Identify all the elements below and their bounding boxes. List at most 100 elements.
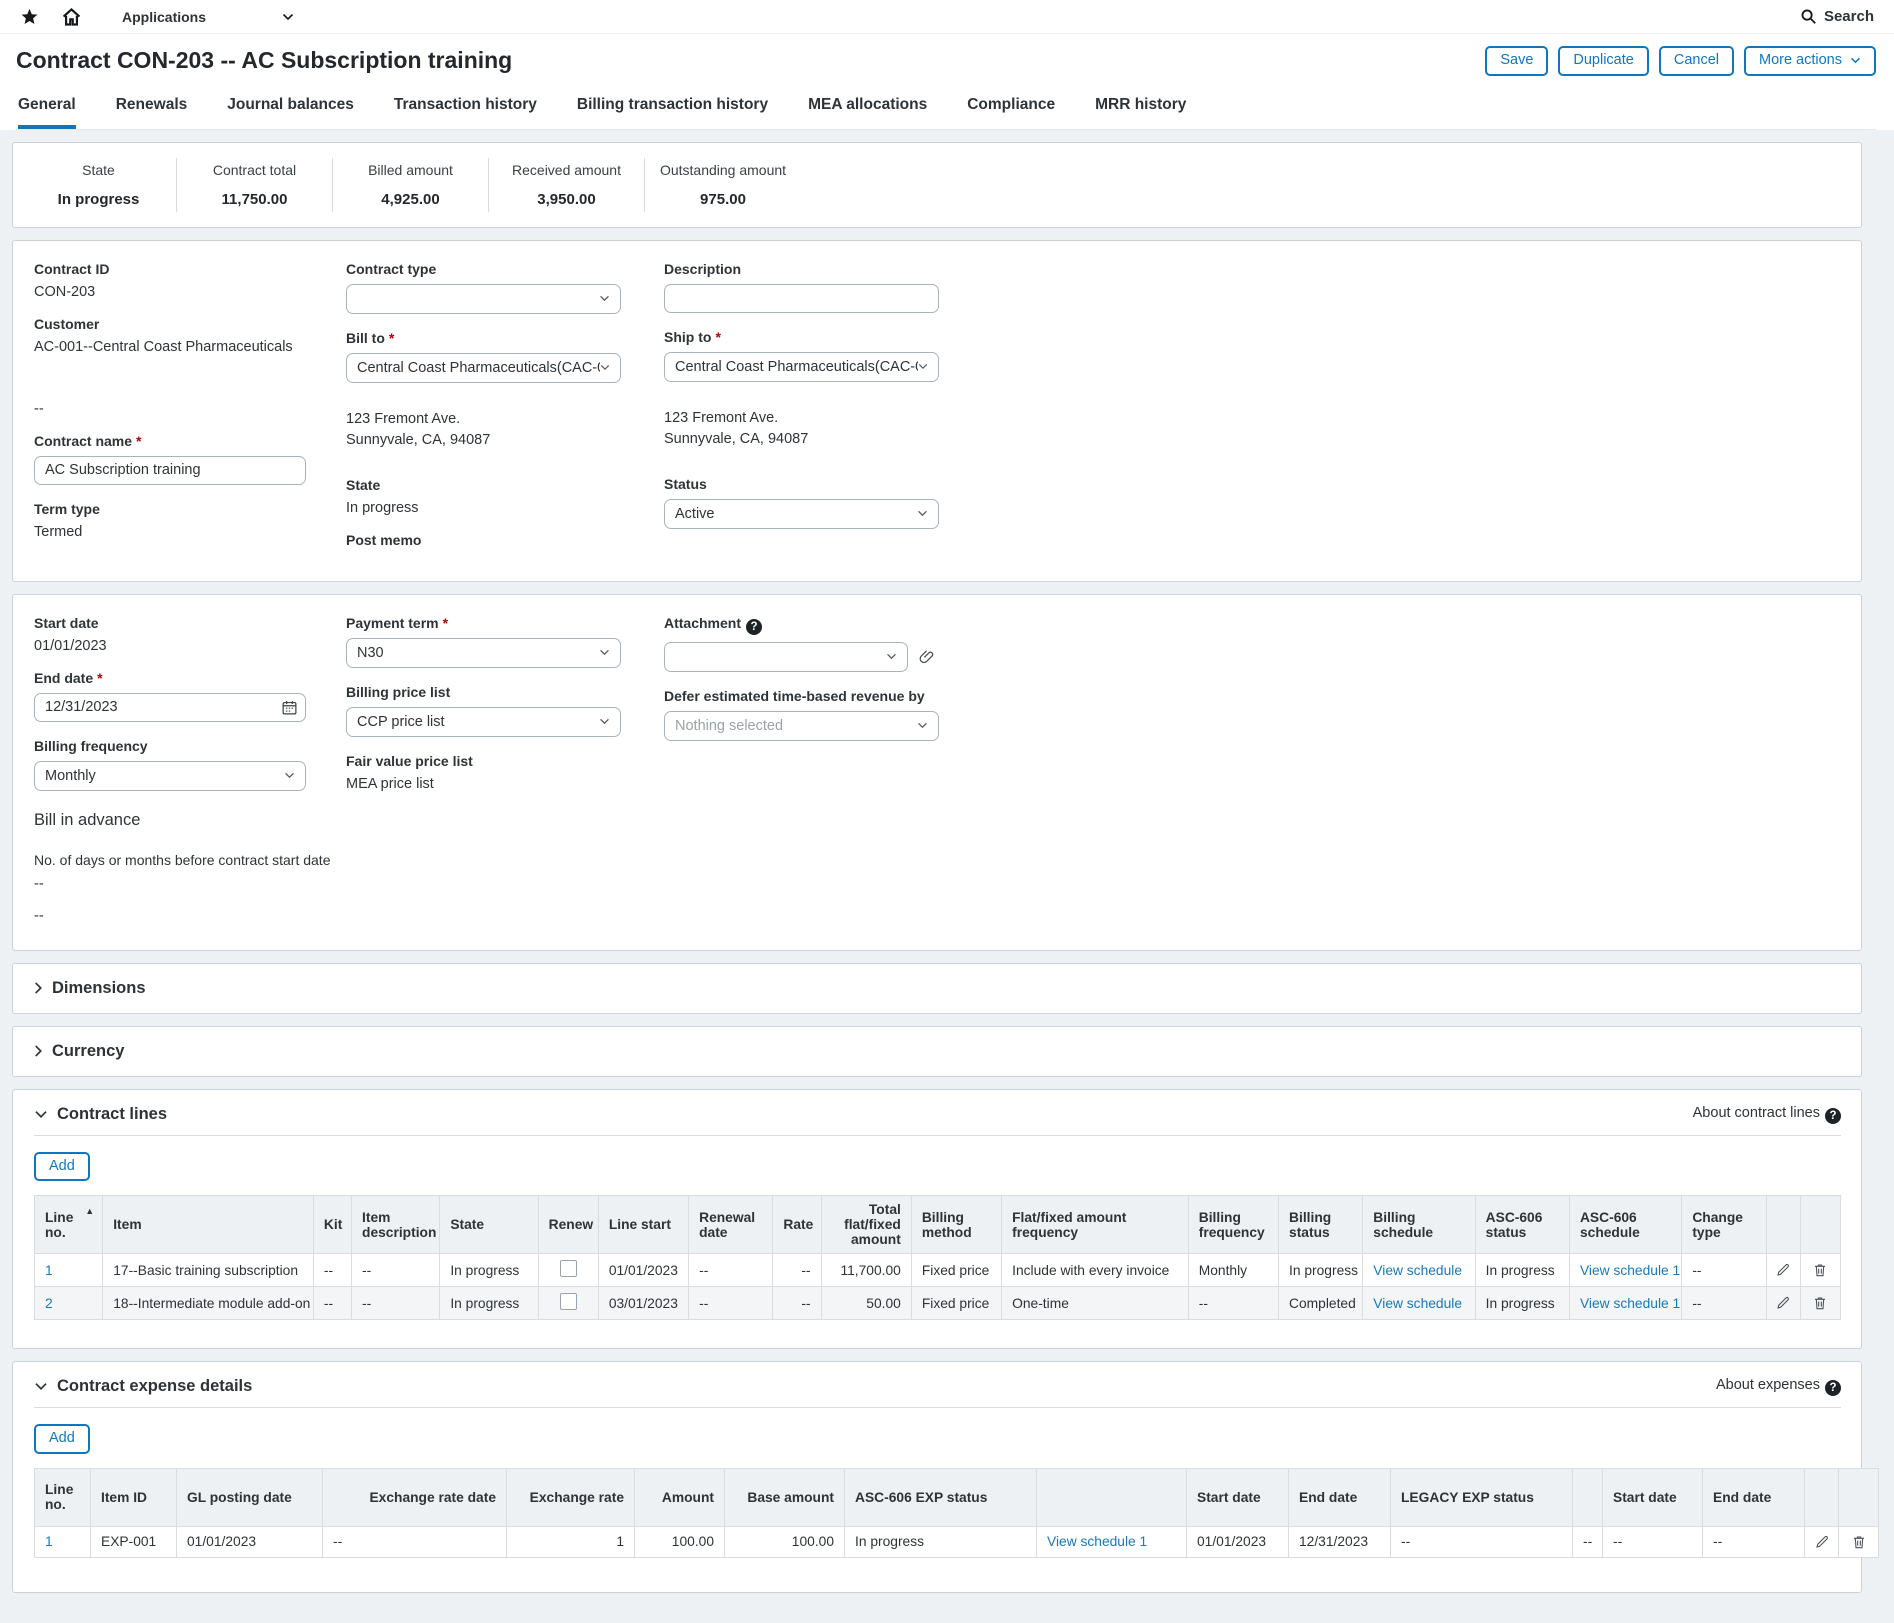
billing-frequency-select[interactable]: Monthly (34, 761, 306, 791)
edit-line-button[interactable] (1766, 1254, 1800, 1287)
col-header-asc606-schedule[interactable]: ASC-606 schedule (1569, 1196, 1681, 1254)
col-header-amount[interactable]: Amount (635, 1468, 725, 1526)
chevron-down-icon (886, 653, 897, 660)
view-asc606-schedule-link[interactable]: View schedule 1 (1580, 1296, 1680, 1311)
home-icon[interactable] (61, 7, 82, 27)
start-date-label: Start date (34, 615, 346, 631)
col-header-change-type[interactable]: Change type (1682, 1196, 1766, 1254)
attachment-select[interactable] (664, 642, 908, 672)
view-expense-schedule-link[interactable]: View schedule 1 (1047, 1534, 1147, 1549)
calendar-icon[interactable] (281, 699, 298, 716)
col-header-asc606-status[interactable]: ASC-606 status (1475, 1196, 1569, 1254)
save-button[interactable]: Save (1485, 46, 1548, 76)
col-header-line-no[interactable]: Line no. (35, 1468, 91, 1526)
edit-line-button[interactable] (1766, 1287, 1800, 1320)
duplicate-button[interactable]: Duplicate (1558, 46, 1648, 76)
help-icon[interactable] (1825, 1108, 1841, 1124)
col-header-line-no[interactable]: Line no. (35, 1196, 103, 1254)
description-input[interactable] (664, 284, 939, 313)
tab-compliance[interactable]: Compliance (967, 96, 1055, 129)
col-header-end-date[interactable]: End date (1289, 1468, 1391, 1526)
col-header-start-date[interactable]: Start date (1187, 1468, 1289, 1526)
col-header-billing-status[interactable]: Billing status (1279, 1196, 1363, 1254)
renew-checkbox[interactable] (560, 1293, 577, 1310)
col-header-legacy-start-date[interactable]: Start date (1603, 1468, 1703, 1526)
bill-to-select[interactable]: Central Coast Pharmaceuticals(CAC-001) (346, 353, 621, 383)
tab-bar: General Renewals Journal balances Transa… (16, 76, 1876, 130)
tab-mea-allocations[interactable]: MEA allocations (808, 96, 927, 129)
view-asc606-schedule-link[interactable]: View schedule 1 (1580, 1263, 1680, 1278)
contract-name-input[interactable] (34, 456, 306, 485)
end-date-input[interactable] (34, 693, 306, 722)
cell-renewal-date: -- (689, 1254, 773, 1287)
tab-general[interactable]: General (18, 96, 76, 129)
tab-journal-balances[interactable]: Journal balances (227, 96, 354, 129)
cancel-button[interactable]: Cancel (1659, 46, 1734, 76)
col-header-billing-method[interactable]: Billing method (911, 1196, 1001, 1254)
favorites-star-icon[interactable] (20, 7, 39, 26)
edit-expense-button[interactable] (1805, 1526, 1839, 1557)
tab-renewals[interactable]: Renewals (116, 96, 188, 129)
view-billing-schedule-link[interactable]: View schedule (1373, 1296, 1462, 1311)
cell-billing-frequency: Monthly (1188, 1254, 1278, 1287)
tab-transaction-history[interactable]: Transaction history (394, 96, 537, 129)
sort-ascending-icon[interactable] (85, 1206, 94, 1216)
col-header-item[interactable]: Item (103, 1196, 314, 1254)
dimensions-section-toggle[interactable]: Dimensions (34, 979, 1841, 998)
expense-line-number-link[interactable]: 1 (45, 1534, 53, 1549)
customer-link[interactable]: AC-001--Central Coast Pharmaceuticals (34, 339, 346, 355)
delete-line-button[interactable] (1800, 1254, 1840, 1287)
col-header-renewal-date[interactable]: Renewal date (689, 1196, 773, 1254)
col-header-total-flat-fixed[interactable]: Total flat/fixed amount (821, 1196, 911, 1254)
mea-price-list-link[interactable]: MEA price list (346, 776, 664, 792)
cell-flat-fixed-frequency: One-time (1002, 1287, 1189, 1320)
cell-asc606-status: In progress (1475, 1254, 1569, 1287)
col-header-renew[interactable]: Renew (538, 1196, 598, 1254)
col-header-state[interactable]: State (440, 1196, 538, 1254)
col-header-billing-frequency[interactable]: Billing frequency (1188, 1196, 1278, 1254)
col-header-exchange-rate[interactable]: Exchange rate (507, 1468, 635, 1526)
renew-checkbox[interactable] (560, 1260, 577, 1277)
col-header-legacy-end-date[interactable]: End date (1703, 1468, 1805, 1526)
chevron-down-icon[interactable] (34, 1382, 48, 1391)
col-header-legacy-exp-status[interactable]: LEGACY EXP status (1391, 1468, 1573, 1526)
cell-line-start: 03/01/2023 (598, 1287, 688, 1320)
line-number-link[interactable]: 1 (45, 1263, 53, 1278)
billing-price-list-select[interactable]: CCP price list (346, 707, 621, 737)
tab-mrr-history[interactable]: MRR history (1095, 96, 1186, 129)
col-header-item-description[interactable]: Item description (352, 1196, 440, 1254)
help-icon[interactable] (1825, 1380, 1841, 1396)
chevron-down-icon[interactable] (34, 1110, 48, 1119)
add-expense-button[interactable]: Add (34, 1424, 90, 1454)
global-search[interactable]: Search (1800, 8, 1874, 25)
col-header-flat-fixed-frequency[interactable]: Flat/fixed amount frequency (1002, 1196, 1189, 1254)
applications-menu[interactable]: Applications (122, 9, 294, 25)
col-header-line-start[interactable]: Line start (598, 1196, 688, 1254)
col-header-asc606-exp-status[interactable]: ASC-606 EXP status (845, 1468, 1037, 1526)
status-select[interactable]: Active (664, 499, 939, 529)
pencil-icon (1775, 1262, 1791, 1278)
col-header-base-amount[interactable]: Base amount (725, 1468, 845, 1526)
currency-section-toggle[interactable]: Currency (34, 1042, 1841, 1061)
payment-term-select[interactable]: N30 (346, 638, 621, 668)
col-header-edit (1805, 1468, 1839, 1526)
ship-to-select[interactable]: Central Coast Pharmaceuticals(CAC-001) (664, 352, 939, 382)
tab-billing-transaction-history[interactable]: Billing transaction history (577, 96, 768, 129)
help-icon[interactable] (746, 619, 762, 635)
paperclip-icon[interactable] (918, 648, 936, 666)
delete-line-button[interactable] (1800, 1287, 1840, 1320)
col-header-exchange-rate-date[interactable]: Exchange rate date (323, 1468, 507, 1526)
delete-expense-button[interactable] (1839, 1526, 1879, 1557)
col-header-kit[interactable]: Kit (313, 1196, 351, 1254)
end-date-label: End date (34, 670, 346, 686)
col-header-item-id[interactable]: Item ID (91, 1468, 177, 1526)
contract-type-select[interactable] (346, 284, 621, 314)
defer-revenue-select[interactable]: Nothing selected (664, 711, 939, 741)
view-billing-schedule-link[interactable]: View schedule (1373, 1263, 1462, 1278)
col-header-billing-schedule[interactable]: Billing schedule (1363, 1196, 1475, 1254)
col-header-rate[interactable]: Rate (773, 1196, 821, 1254)
line-number-link[interactable]: 2 (45, 1296, 53, 1311)
add-contract-line-button[interactable]: Add (34, 1152, 90, 1182)
more-actions-button[interactable]: More actions (1744, 46, 1876, 76)
col-header-gl-posting-date[interactable]: GL posting date (177, 1468, 323, 1526)
